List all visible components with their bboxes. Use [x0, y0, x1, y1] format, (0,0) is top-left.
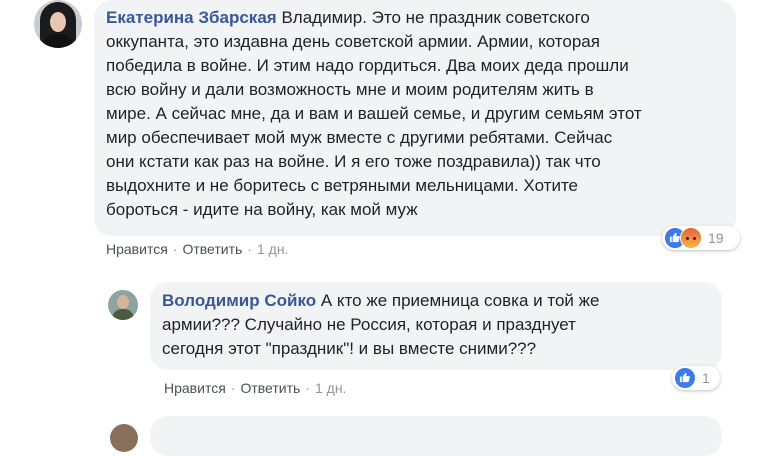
avatar[interactable]	[110, 424, 138, 452]
comment-actions: Нравится · Ответить · 1 дн.	[106, 241, 288, 257]
like-icon	[674, 367, 696, 389]
comment-author[interactable]: Володимир Сойко	[162, 291, 316, 310]
comment-text: всю войну и дали возможность мне и моим …	[106, 80, 594, 99]
comment-actions: Нравится · Ответить · 1 дн.	[164, 380, 346, 396]
reply-bubble: Володимир Сойко А кто же приемница совка…	[150, 282, 722, 370]
comment-time[interactable]: 1 дн.	[315, 380, 346, 396]
comment-text: выдохните и не боритесь с ветряными мель…	[106, 176, 578, 195]
comment-line: Володимир Сойко А кто же приемница совка…	[162, 289, 710, 313]
reactions-summary[interactable]: 1	[672, 366, 720, 390]
like-link[interactable]: Нравится	[164, 380, 226, 396]
comment-text: бороться - идите на войну, как мой муж	[106, 200, 418, 219]
reactions-summary[interactable]: 19	[662, 226, 740, 250]
comment-text: мире. А сейчас мне, да и вам и вашей сем…	[106, 104, 642, 123]
comment-text: мир обеспечивает мой муж вместе с другим…	[106, 128, 613, 147]
angry-icon	[680, 227, 702, 249]
comment-time[interactable]: 1 дн.	[257, 241, 288, 257]
separator: ·	[247, 241, 252, 257]
comment-text: победила в войне. И этим надо гордиться.…	[106, 56, 629, 75]
comment-author[interactable]: Екатерина Збарская	[106, 8, 277, 27]
avatar-face	[50, 12, 66, 32]
comment-text: они кстати как раз на войне. И я его тож…	[106, 152, 601, 171]
separator: ·	[172, 241, 178, 257]
comment-bubble	[150, 416, 722, 456]
comment-text: оккупанта, это издавна день советской ар…	[106, 32, 600, 51]
avatar-body	[112, 309, 134, 320]
like-link[interactable]: Нравится	[106, 241, 168, 257]
reply-link[interactable]: Ответить	[182, 241, 242, 257]
avatar[interactable]	[34, 0, 82, 48]
avatar[interactable]	[108, 290, 138, 320]
comment-text: сегодня этот "праздник"! и вы вместе сни…	[162, 339, 537, 358]
reply-link[interactable]: Ответить	[240, 380, 300, 396]
separator: ·	[230, 380, 236, 396]
separator: ·	[305, 380, 310, 396]
comment-text: Владимир. Это не праздник советского	[281, 8, 590, 27]
comment-text: А кто же приемница совка и той же	[320, 291, 600, 310]
comment-bubble: Екатерина Збарская Владимир. Это не праз…	[94, 0, 736, 236]
reaction-count: 1	[702, 370, 710, 386]
avatar-face	[117, 295, 129, 309]
comment-text: армии??? Случайно не Россия, которая и п…	[162, 315, 576, 334]
comment-line: Екатерина Збарская Владимир. Это не праз…	[106, 6, 724, 30]
reaction-count: 19	[708, 230, 724, 246]
